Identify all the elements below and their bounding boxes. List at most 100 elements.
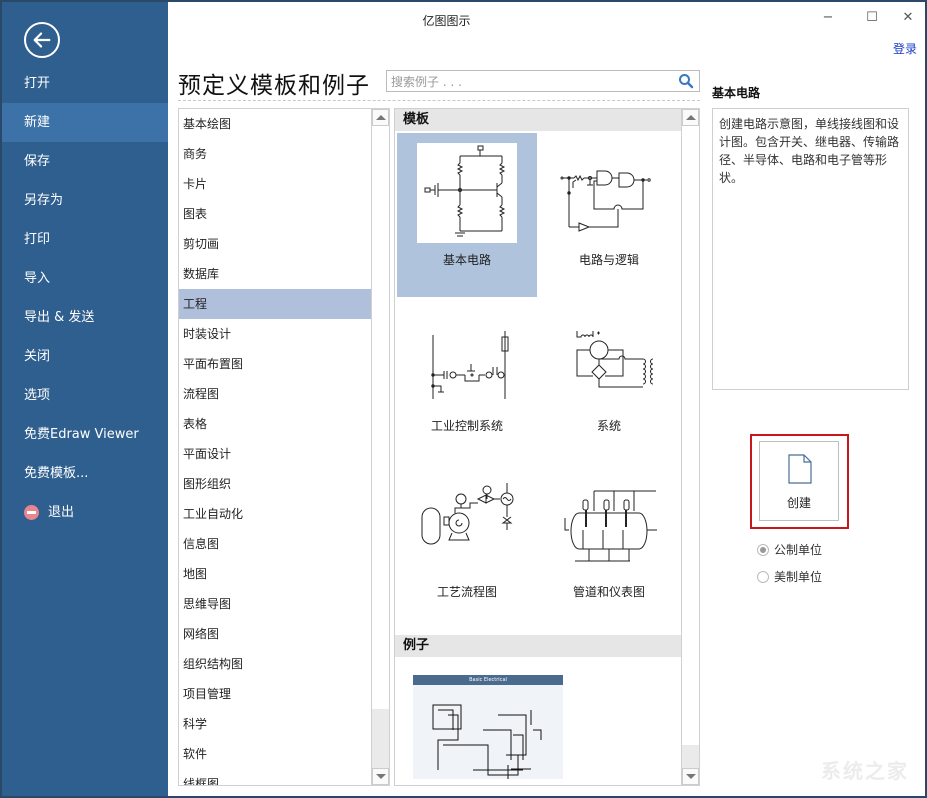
login-link[interactable]: 登录 bbox=[893, 40, 917, 57]
template-label: 工业控制系统 bbox=[430, 419, 503, 433]
sidebar-item-free-templates[interactable]: 免费模板... bbox=[2, 454, 168, 493]
category-item[interactable]: 图表 bbox=[179, 199, 371, 229]
category-item[interactable]: 平面布置图 bbox=[179, 349, 371, 379]
category-item[interactable]: 流程图 bbox=[179, 379, 371, 409]
scroll-up-button[interactable] bbox=[682, 109, 699, 126]
system-diagram-icon bbox=[576, 331, 654, 388]
menu-label: 新建 bbox=[24, 115, 51, 130]
sidebar-item-close[interactable]: 关闭 bbox=[2, 337, 168, 376]
category-item[interactable]: 网络图 bbox=[179, 619, 371, 649]
templates-panel: 模板 基本电路 电路与逻辑 工业控制系统 系统 工艺流程图 管道和仪表图 例子 … bbox=[394, 108, 700, 786]
sidebar-item-open[interactable]: 打开 bbox=[2, 64, 168, 103]
scroll-up-button[interactable] bbox=[372, 109, 389, 126]
templates-header: 模板 bbox=[395, 109, 683, 131]
template-tile-process-flow[interactable]: 工艺流程图 bbox=[397, 465, 537, 629]
arrow-left-icon bbox=[33, 32, 51, 48]
sidebar-item-free-viewer[interactable]: 免费Edraw Viewer bbox=[2, 415, 168, 454]
template-thumbnail bbox=[417, 143, 517, 243]
category-item[interactable]: 线框图 bbox=[179, 769, 371, 785]
category-item[interactable]: 时装设计 bbox=[179, 319, 371, 349]
category-item[interactable]: 工业自动化 bbox=[179, 499, 371, 529]
template-label: 管道和仪表图 bbox=[572, 585, 645, 599]
example-thumbnail[interactable]: Basic Electrical bbox=[413, 675, 563, 785]
menu-label: 导入 bbox=[24, 271, 51, 286]
category-item[interactable]: 基本绘图 bbox=[179, 109, 371, 139]
template-thumbnail bbox=[417, 309, 517, 409]
chevron-up-icon bbox=[685, 115, 696, 120]
template-tile-industrial-control[interactable]: 工业控制系统 bbox=[397, 299, 537, 463]
app-window: 打开 新建 保存 另存为 打印 导入 导出 & 发送 关闭 选项 免费Edraw… bbox=[0, 0, 927, 798]
template-label: 工艺流程图 bbox=[436, 585, 497, 599]
radio-button[interactable] bbox=[757, 543, 769, 556]
category-item[interactable]: 平面设计 bbox=[179, 439, 371, 469]
category-item[interactable]: 数据库 bbox=[179, 259, 371, 289]
sidebar-item-save-as[interactable]: 另存为 bbox=[2, 181, 168, 220]
sidebar-item-export-send[interactable]: 导出 & 发送 bbox=[2, 298, 168, 337]
us-units-radio[interactable]: 美制单位 bbox=[757, 568, 822, 585]
maximize-button[interactable]: ☐ bbox=[858, 6, 886, 28]
category-item[interactable]: 卡片 bbox=[179, 169, 371, 199]
category-item[interactable]: 地图 bbox=[179, 559, 371, 589]
category-item[interactable]: 组织结构图 bbox=[179, 649, 371, 679]
chevron-up-icon bbox=[375, 115, 386, 120]
template-thumbnail bbox=[559, 475, 659, 575]
template-thumbnail bbox=[417, 475, 517, 575]
scroll-track[interactable] bbox=[682, 745, 699, 769]
scroll-down-button[interactable] bbox=[372, 768, 389, 785]
industrial-control-diagram-icon bbox=[431, 331, 509, 399]
category-item[interactable]: 思维导图 bbox=[179, 589, 371, 619]
menu-label: 免费Edraw Viewer bbox=[24, 427, 139, 442]
radio-label: 美制单位 bbox=[774, 570, 823, 584]
sidebar-item-import[interactable]: 导入 bbox=[2, 259, 168, 298]
category-item[interactable]: 表格 bbox=[179, 409, 371, 439]
scroll-track[interactable] bbox=[372, 709, 389, 769]
category-items: 基本绘图 商务 卡片 图表 剪切画 数据库 工程 时装设计 平面布置图 流程图 表格 平面设计 图形组织… bbox=[179, 109, 371, 785]
template-tile-basic-circuit[interactable]: 基本电路 bbox=[397, 133, 537, 297]
sidebar-menu: 打开 新建 保存 另存为 打印 导入 导出 & 发送 关闭 选项 免费Edraw… bbox=[2, 64, 168, 532]
category-item[interactable]: 项目管理 bbox=[179, 679, 371, 709]
sidebar-item-new[interactable]: 新建 bbox=[2, 103, 168, 142]
document-icon bbox=[788, 454, 812, 484]
create-label: 创建 bbox=[786, 496, 811, 510]
template-tile-piping-instrument[interactable]: 管道和仪表图 bbox=[539, 465, 679, 629]
category-item[interactable]: 软件 bbox=[179, 739, 371, 769]
back-button[interactable] bbox=[24, 22, 60, 58]
category-list: 基本绘图 商务 卡片 图表 剪切画 数据库 工程 时装设计 平面布置图 流程图 表格 平面设计 图形组织… bbox=[178, 108, 390, 786]
menu-label: 打印 bbox=[24, 232, 51, 247]
menu-label: 免费模板... bbox=[24, 466, 89, 481]
menu-label: 打开 bbox=[24, 76, 51, 91]
search-input[interactable] bbox=[387, 72, 667, 92]
watermark: 系统之家 bbox=[821, 759, 909, 783]
template-label: 电路与逻辑 bbox=[578, 253, 639, 267]
templates-scrollbar[interactable] bbox=[681, 109, 699, 785]
sidebar-item-print[interactable]: 打印 bbox=[2, 220, 168, 259]
sidebar-item-exit[interactable]: 退出 bbox=[2, 493, 168, 532]
category-item[interactable]: 图形组织 bbox=[179, 469, 371, 499]
category-item[interactable]: 剪切画 bbox=[179, 229, 371, 259]
sidebar-item-save[interactable]: 保存 bbox=[2, 142, 168, 181]
category-item[interactable]: 科学 bbox=[179, 709, 371, 739]
category-scrollbar[interactable] bbox=[371, 109, 389, 785]
radio-button[interactable] bbox=[757, 570, 769, 583]
sidebar-item-options[interactable]: 选项 bbox=[2, 376, 168, 415]
menu-label: 保存 bbox=[24, 154, 51, 169]
scroll-down-button[interactable] bbox=[682, 768, 699, 785]
example-title: Basic Electrical bbox=[413, 675, 563, 685]
title-bar: 亿图图示 bbox=[168, 2, 925, 36]
search-icon[interactable] bbox=[678, 73, 694, 89]
close-button[interactable]: ✕ bbox=[894, 6, 922, 28]
category-item[interactable]: 信息图 bbox=[179, 529, 371, 559]
examples-header: 例子 bbox=[395, 635, 683, 657]
category-item[interactable]: 商务 bbox=[179, 139, 371, 169]
search-box bbox=[386, 70, 700, 92]
template-tile-system[interactable]: 系统 bbox=[539, 299, 679, 463]
metric-units-radio[interactable]: 公制单位 bbox=[757, 541, 822, 558]
minimize-button[interactable]: − bbox=[814, 6, 842, 28]
category-item[interactable]: 工程 bbox=[179, 289, 371, 319]
piping-instrument-diagram-icon bbox=[564, 490, 657, 562]
template-tile-circuit-logic[interactable]: 电路与逻辑 bbox=[539, 133, 679, 297]
sidebar: 打开 新建 保存 另存为 打印 导入 导出 & 发送 关闭 选项 免费Edraw… bbox=[2, 2, 168, 796]
radio-label: 公制单位 bbox=[774, 543, 823, 557]
close-icon: ✕ bbox=[902, 9, 914, 25]
create-button[interactable]: 创建 bbox=[759, 441, 839, 521]
